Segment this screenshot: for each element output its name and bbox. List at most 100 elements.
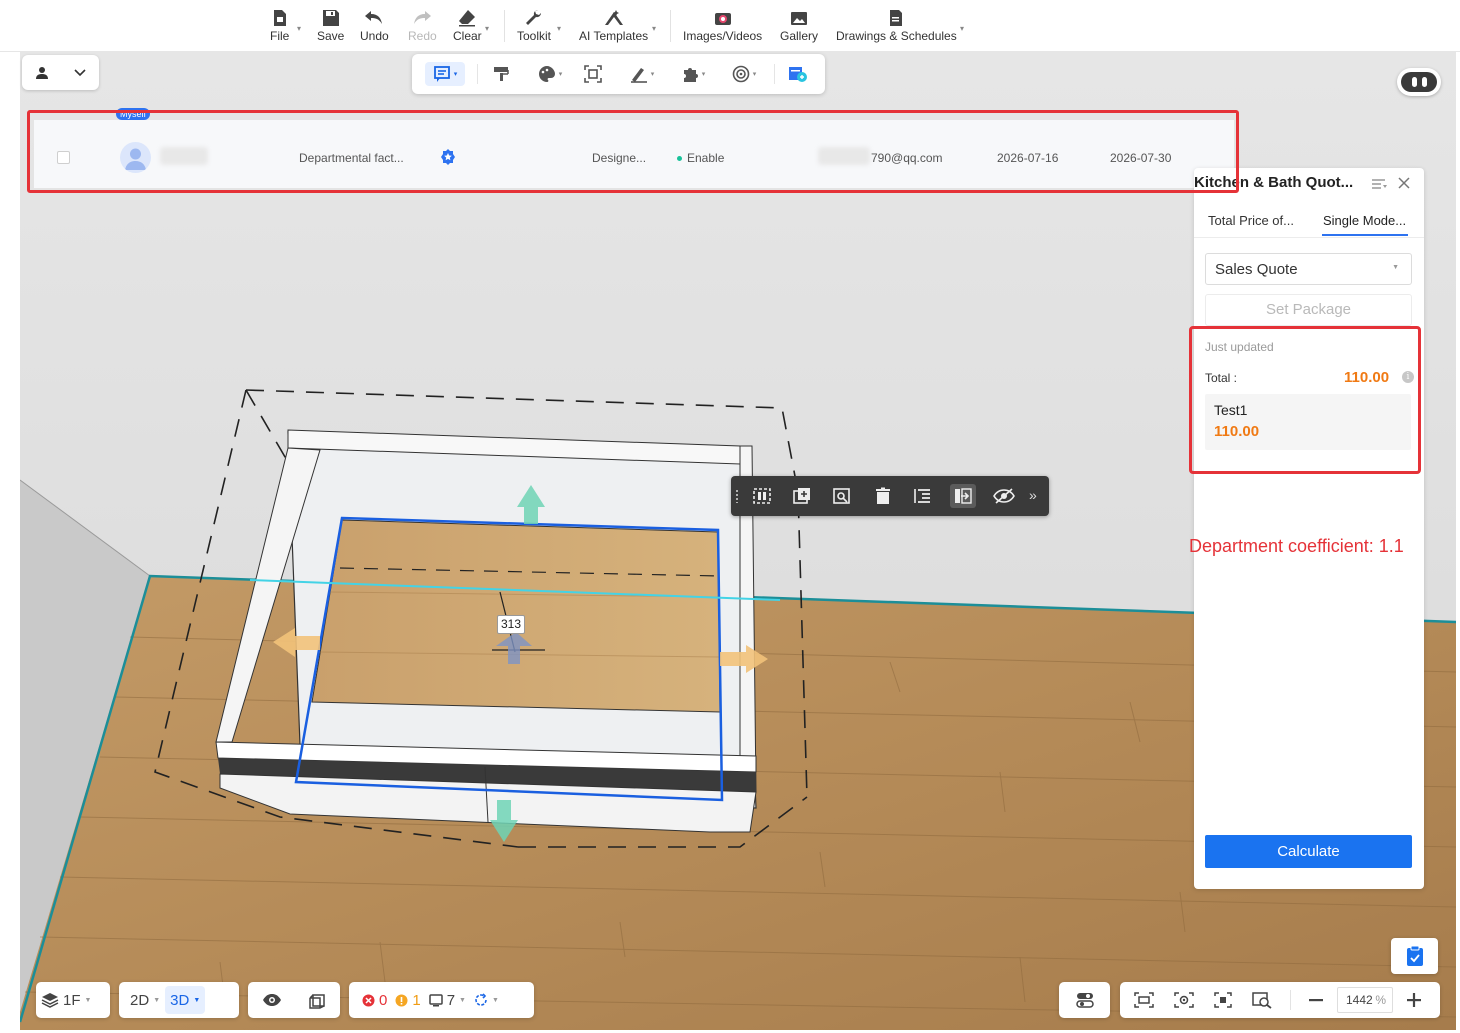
chevron-down-icon: [74, 68, 86, 76]
chevron-down-icon[interactable]: ▾: [960, 24, 964, 33]
errors-count: 0: [379, 991, 388, 1009]
drag-handle[interactable]: [735, 489, 739, 503]
settings-toggle[interactable]: [1059, 982, 1110, 1018]
zoom-input[interactable]: 1442 %: [1337, 987, 1393, 1013]
close-icon[interactable]: [1397, 176, 1411, 195]
redo-icon: [412, 8, 432, 28]
undo-button[interactable]: Undo: [360, 8, 389, 46]
user-selector[interactable]: [22, 55, 99, 90]
focus-button[interactable]: [582, 62, 604, 86]
replace-button[interactable]: [829, 484, 855, 508]
paint-brush-icon: [494, 67, 509, 81]
chevron-down-icon[interactable]: ▾: [557, 24, 561, 33]
toolkit-menu[interactable]: Toolkit: [517, 8, 551, 46]
toolbar-divider: [477, 64, 478, 84]
quote-button[interactable]: [786, 62, 810, 86]
zoom-search-button[interactable]: [1246, 986, 1278, 1014]
zoom-out-button[interactable]: [1303, 986, 1329, 1014]
save-label: Save: [317, 29, 345, 43]
ai-templates-menu[interactable]: AI Templates: [579, 8, 648, 46]
quote-type-select[interactable]: Sales Quote ▼: [1205, 253, 1412, 285]
monitor-icon: [428, 993, 443, 1006]
align-button[interactable]: [950, 484, 976, 508]
vr-toggle[interactable]: [1397, 68, 1441, 96]
view-3d-button[interactable]: 3D ▼: [165, 986, 206, 1014]
focus-selection-button[interactable]: [1208, 986, 1238, 1014]
warnings-count: 1: [412, 991, 421, 1009]
fit-view-button[interactable]: [1128, 986, 1160, 1014]
chevron-down-icon: ▾: [701, 71, 706, 78]
eraser-icon: [457, 8, 477, 28]
visibility-button[interactable]: [257, 986, 287, 1014]
more-icon[interactable]: »: [1029, 487, 1037, 503]
add-part-button[interactable]: [789, 484, 815, 508]
view-3d-label: 3D: [170, 991, 190, 1009]
view-2d-label: 2D: [130, 991, 150, 1009]
delete-button[interactable]: [870, 484, 896, 508]
collapse-icon[interactable]: [1371, 177, 1387, 196]
warnings-indicator[interactable]: 1: [392, 986, 423, 1014]
chevron-down-icon: ▼: [1392, 264, 1399, 271]
errors-indicator[interactable]: 0: [359, 986, 390, 1014]
drawings-schedules-menu[interactable]: Drawings & Schedules: [836, 8, 957, 46]
tab-total-price[interactable]: Total Price of...: [1208, 213, 1294, 228]
chevron-down-icon: ▼: [491, 996, 499, 1004]
material-button[interactable]: ▾: [532, 62, 568, 86]
object-toolbar: »: [731, 476, 1049, 516]
undo-label: Undo: [360, 29, 389, 43]
clear-button[interactable]: Clear: [453, 8, 482, 46]
dimension-label[interactable]: 313: [497, 615, 525, 634]
gallery-button[interactable]: Gallery: [780, 8, 818, 46]
items-indicator[interactable]: 7 ▼: [426, 986, 469, 1014]
chevron-down-icon[interactable]: ▾: [652, 24, 656, 33]
eye-off-icon: [993, 488, 1015, 504]
chevron-down-icon[interactable]: ▾: [485, 24, 489, 33]
render-button[interactable]: ▾: [726, 62, 762, 86]
floor-item[interactable]: 1F ▼: [36, 986, 96, 1014]
focus-icon: [1214, 992, 1232, 1008]
minus-icon: [1309, 999, 1323, 1002]
file-menu[interactable]: File: [270, 8, 289, 46]
save-icon: [322, 8, 340, 28]
redo-button[interactable]: Redo: [408, 8, 437, 46]
calculate-button[interactable]: Calculate: [1205, 835, 1412, 868]
toolbar-divider: [774, 64, 775, 84]
top-toolbar: File ▾ Save Undo Redo Clear ▾ Toolkit ▾: [0, 0, 1460, 52]
camera-settings-button[interactable]: [1168, 986, 1200, 1014]
items-count: 7: [446, 991, 456, 1009]
focus-frame-icon: [584, 65, 602, 83]
toolkit-label: Toolkit: [517, 29, 552, 43]
level-icon: [630, 68, 647, 83]
chevron-down-icon[interactable]: ▾: [297, 24, 301, 33]
clipboard-button[interactable]: [1391, 938, 1438, 974]
sync-button[interactable]: ▼: [471, 986, 502, 1014]
zoom-unit: %: [1375, 993, 1386, 1007]
zoom-in-button[interactable]: [1401, 986, 1427, 1014]
floor-selector[interactable]: 1F ▼: [36, 982, 110, 1018]
plugin-button[interactable]: ▾: [675, 62, 711, 86]
trash-icon: [876, 487, 890, 504]
hide-button[interactable]: [991, 484, 1017, 508]
warning-icon: [395, 994, 408, 1006]
tab-single-mode[interactable]: Single Mode...: [1323, 213, 1406, 228]
arrange-button[interactable]: [910, 484, 936, 508]
measure-button[interactable]: ▾: [624, 62, 660, 86]
set-package-button[interactable]: Set Package: [1205, 294, 1412, 326]
eye-icon: [262, 994, 281, 1006]
align-icon: [955, 488, 972, 504]
gallery-icon: [789, 8, 809, 28]
format-painter-button[interactable]: [490, 62, 512, 86]
chevron-down-icon: ▾: [650, 71, 655, 78]
split-button[interactable]: [749, 484, 775, 508]
chevron-down-icon: ▾: [453, 71, 458, 78]
view-2d-button[interactable]: 2D ▼: [125, 986, 165, 1014]
clear-label: Clear: [453, 29, 482, 43]
annotation-tool-button[interactable]: ▾: [425, 62, 465, 86]
add-box-icon: [793, 488, 810, 504]
save-button[interactable]: Save: [317, 8, 344, 46]
display-controls: [248, 982, 340, 1018]
active-tab-indicator: [1322, 234, 1408, 236]
images-videos-button[interactable]: Images/Videos: [683, 8, 762, 46]
cube-view-button[interactable]: [304, 986, 332, 1014]
ai-templates-label: AI Templates: [579, 29, 649, 43]
